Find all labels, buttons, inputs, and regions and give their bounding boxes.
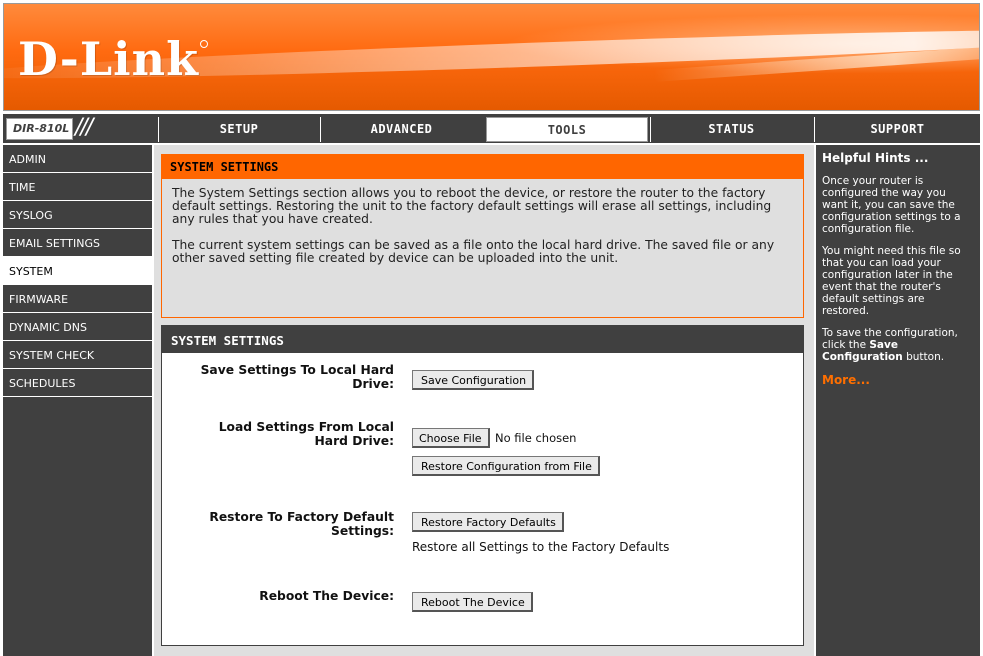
tab-setup[interactable]: SETUP — [158, 117, 319, 142]
main-content: SYSTEM SETTINGS The System Settings sect… — [154, 145, 814, 656]
save-configuration-button[interactable]: Save Configuration — [412, 370, 535, 390]
intro-panel: SYSTEM SETTINGS The System Settings sect… — [161, 154, 804, 318]
factory-defaults-note: Restore all Settings to the Factory Defa… — [412, 540, 670, 554]
dlink-logo: D-Link® — [18, 32, 208, 86]
sidebar-item-email-settings[interactable]: EMAIL SETTINGS — [3, 229, 152, 257]
settings-panel: SYSTEM SETTINGS Save Settings To Local H… — [161, 325, 804, 646]
save-settings-label: Save Settings To Local Hard Drive: — [200, 363, 394, 391]
sidebar-item-system[interactable]: SYSTEM — [3, 257, 152, 285]
sidebar-item-syslog[interactable]: SYSLOG — [3, 201, 152, 229]
top-nav: DIR-810L /// SETUP ADVANCED TOOLS STATUS… — [3, 113, 980, 143]
registered-mark-icon: ® — [199, 40, 208, 48]
slashes-decoration: /// — [75, 115, 93, 140]
helpful-hints-panel: Helpful Hints ... Once your router is co… — [814, 145, 980, 656]
model-badge: DIR-810L — [6, 118, 73, 140]
choose-file-button[interactable]: Choose File — [412, 428, 490, 448]
restore-configuration-button[interactable]: Restore Configuration from File — [412, 456, 600, 476]
more-link[interactable]: More... — [822, 373, 974, 387]
sidebar-item-schedules[interactable]: SCHEDULES — [3, 369, 152, 397]
sidebar-item-admin[interactable]: ADMIN — [3, 145, 152, 173]
header-banner: D-Link® — [3, 3, 980, 111]
tab-tools[interactable]: TOOLS — [486, 117, 648, 142]
tab-advanced[interactable]: ADVANCED — [320, 117, 482, 142]
intro-paragraph-2: The current system settings can be saved… — [172, 238, 775, 265]
reboot-device-button[interactable]: Reboot The Device — [412, 592, 533, 612]
intro-paragraph-1: The System Settings section allows you t… — [172, 186, 772, 226]
sidebar: ADMIN TIME SYSLOG EMAIL SETTINGS SYSTEM … — [3, 145, 154, 656]
reboot-label: Reboot The Device: — [259, 589, 394, 603]
tab-support[interactable]: SUPPORT — [814, 117, 980, 142]
load-settings-label: Load Settings From Local Hard Drive: — [218, 420, 394, 448]
hint-paragraph-2: You might need this file so that you can… — [822, 245, 961, 317]
sidebar-item-time[interactable]: TIME — [3, 173, 152, 201]
no-file-chosen-text: No file chosen — [495, 431, 577, 445]
hint-paragraph-1: Once your router is configured the way y… — [822, 175, 961, 235]
sidebar-item-firmware[interactable]: FIRMWARE — [3, 285, 152, 313]
sidebar-item-system-check[interactable]: SYSTEM CHECK — [3, 341, 152, 369]
intro-title: SYSTEM SETTINGS — [162, 155, 803, 179]
sidebar-item-dynamic-dns[interactable]: DYNAMIC DNS — [3, 313, 152, 341]
factory-defaults-label: Restore To Factory Default Settings: — [209, 510, 394, 538]
settings-title: SYSTEM SETTINGS — [162, 326, 803, 353]
tab-status[interactable]: STATUS — [650, 117, 812, 142]
hint-paragraph-3: To save the configuration, click the Sav… — [822, 327, 958, 363]
restore-factory-defaults-button[interactable]: Restore Factory Defaults — [412, 512, 564, 532]
hints-title: Helpful Hints ... — [822, 151, 929, 165]
